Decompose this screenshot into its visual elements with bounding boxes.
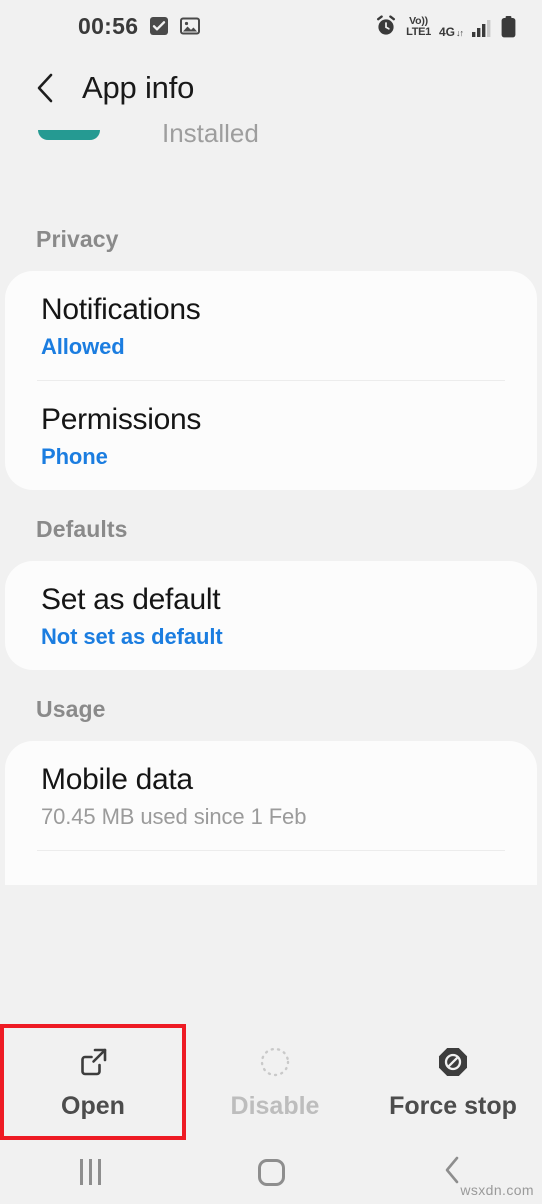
dotted-circle-icon — [257, 1043, 293, 1081]
section-header-defaults: Defaults — [36, 516, 128, 542]
app-install-status: Installed — [162, 124, 259, 148]
back-icon — [443, 1156, 461, 1189]
card-clipped-spacer — [5, 851, 537, 885]
home-button[interactable] — [181, 1158, 362, 1186]
settings-scroll-area[interactable]: Installed Privacy Notifications Allowed … — [0, 124, 542, 885]
disable-button: Disable — [186, 1024, 364, 1140]
back-chevron-icon[interactable] — [34, 72, 56, 104]
row-subtitle: Phone — [41, 444, 108, 469]
force-stop-octagon-icon — [435, 1043, 471, 1081]
section-header-usage: Usage — [36, 696, 106, 722]
row-title: Notifications — [41, 293, 201, 326]
app-icon — [38, 130, 100, 140]
action-label: Force stop — [389, 1092, 517, 1120]
row-title: Permissions — [41, 403, 202, 436]
row-title: Set as default — [41, 583, 221, 616]
row-subtitle: Allowed — [41, 334, 125, 359]
app-summary-row[interactable]: Installed — [0, 124, 542, 200]
volte-line1: Vo)) — [409, 14, 428, 27]
usage-card: Mobile data 70.45 MB used since 1 Feb — [5, 741, 537, 885]
recents-icon — [79, 1159, 101, 1185]
open-external-icon — [75, 1043, 111, 1081]
section-header-privacy: Privacy — [36, 226, 119, 252]
open-button[interactable]: Open — [0, 1024, 186, 1140]
force-stop-button[interactable]: Force stop — [364, 1024, 542, 1140]
phone-screen: 00:56 Vo)) LTE1 4G ↓↑ App info Installed… — [0, 0, 542, 1204]
volte-line2: LTE1 — [406, 26, 431, 38]
action-bar: Open Disable Force stop — [0, 1024, 542, 1140]
data-arrows-icon: ↓↑ — [456, 28, 464, 38]
status-bar-left: 00:56 — [78, 12, 201, 40]
row-permissions[interactable]: Permissions Phone — [5, 381, 537, 490]
watermark: wsxdn.com — [460, 1182, 534, 1198]
photo-icon — [180, 16, 201, 36]
defaults-card: Set as default Not set as default — [5, 561, 537, 670]
row-notifications[interactable]: Notifications Allowed — [5, 271, 537, 380]
status-bar-right: Vo)) LTE1 4G ↓↑ — [374, 14, 516, 38]
row-subtitle: Not set as default — [41, 624, 223, 649]
network-type-label: 4G — [438, 25, 455, 39]
volte-icon: Vo)) LTE1 — [406, 14, 431, 39]
row-mobile-data[interactable]: Mobile data 70.45 MB used since 1 Feb — [5, 741, 537, 850]
battery-icon — [501, 16, 516, 38]
page-title: App info — [82, 70, 195, 105]
action-label: Open — [61, 1092, 125, 1120]
home-icon — [257, 1158, 285, 1186]
privacy-card: Notifications Allowed Permissions Phone — [5, 271, 537, 490]
action-label: Disable — [230, 1092, 320, 1120]
app-bar: App info — [0, 52, 542, 124]
status-bar-clock: 00:56 — [78, 12, 139, 39]
status-bar: 00:56 Vo)) LTE1 4G ↓↑ — [0, 0, 542, 52]
row-set-as-default[interactable]: Set as default Not set as default — [5, 561, 537, 670]
checkbox-checked-icon — [149, 16, 169, 36]
row-subtitle: 70.45 MB used since 1 Feb — [41, 804, 307, 829]
mobile-data-4g-icon: 4G ↓↑ — [438, 25, 464, 39]
signal-bars-icon — [471, 18, 493, 38]
alarm-icon — [374, 14, 398, 38]
recents-button[interactable] — [0, 1159, 181, 1185]
row-title: Mobile data — [41, 763, 193, 796]
